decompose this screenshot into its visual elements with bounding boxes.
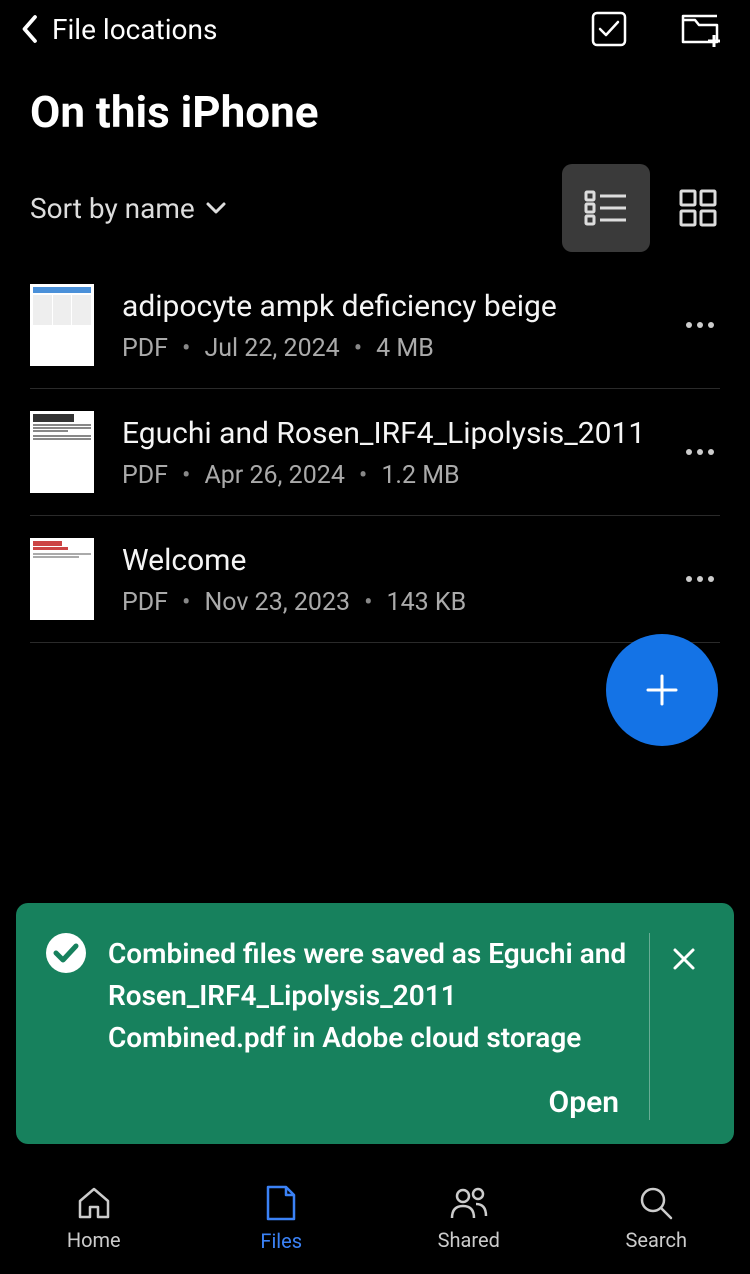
toast-open-button[interactable]: Open	[108, 1085, 633, 1120]
chevron-left-icon	[20, 14, 38, 44]
bottom-nav: Home Files Shared Search	[0, 1162, 750, 1274]
nav-label: Home	[67, 1228, 121, 1252]
search-icon	[637, 1184, 675, 1222]
file-row[interactable]: adipocyte ampk deficiency beige PDF • Ju…	[30, 270, 720, 389]
close-icon	[672, 947, 696, 971]
toast-content: Combined files were saved as Eguchi and …	[46, 933, 633, 1120]
people-icon	[448, 1184, 490, 1222]
toast-close-button[interactable]	[656, 933, 712, 1120]
add-fab[interactable]	[606, 634, 718, 746]
file-info: Welcome PDF • Nov 23, 2023 • 143 KB	[122, 541, 652, 617]
nav-shared[interactable]: Shared	[375, 1162, 563, 1274]
file-thumbnail	[30, 538, 94, 620]
nav-search[interactable]: Search	[563, 1162, 750, 1274]
sort-label: Sort by name	[30, 192, 195, 225]
file-name: Welcome	[122, 541, 652, 582]
home-icon	[75, 1184, 113, 1222]
folder-plus-icon	[680, 11, 720, 47]
view-toggle-group	[562, 164, 720, 252]
nav-files[interactable]: Files	[188, 1162, 376, 1274]
header-back-label: File locations	[52, 13, 217, 46]
nav-label: Search	[626, 1228, 687, 1252]
file-name: Eguchi and Rosen_IRF4_Lipolysis_2011	[122, 414, 652, 455]
grid-view-button[interactable]	[676, 186, 720, 230]
file-info: Eguchi and Rosen_IRF4_Lipolysis_2011 PDF…	[122, 414, 652, 490]
list-view-button[interactable]	[562, 164, 650, 252]
file-info: adipocyte ampk deficiency beige PDF • Ju…	[122, 287, 652, 363]
file-row[interactable]: Eguchi and Rosen_IRF4_Lipolysis_2011 PDF…	[30, 389, 720, 516]
success-icon	[46, 933, 86, 1120]
file-meta: PDF • Nov 23, 2023 • 143 KB	[122, 588, 652, 617]
file-row[interactable]: Welcome PDF • Nov 23, 2023 • 143 KB	[30, 516, 720, 643]
file-more-button[interactable]	[680, 321, 720, 329]
file-icon	[264, 1183, 298, 1223]
nav-label: Files	[260, 1229, 302, 1253]
chevron-down-icon	[205, 201, 227, 215]
file-name: adipocyte ampk deficiency beige	[122, 287, 652, 328]
more-horizontal-icon	[685, 321, 715, 329]
file-list: adipocyte ampk deficiency beige PDF • Ju…	[0, 270, 750, 643]
sort-button[interactable]: Sort by name	[30, 192, 227, 225]
file-thumbnail	[30, 284, 94, 366]
plus-icon	[644, 672, 680, 708]
toast-message: Combined files were saved as Eguchi and …	[108, 933, 633, 1059]
header-bar: File locations	[0, 0, 750, 58]
toast-notification: Combined files were saved as Eguchi and …	[16, 903, 734, 1144]
header-actions	[590, 10, 720, 48]
back-button[interactable]: File locations	[20, 13, 217, 46]
more-horizontal-icon	[685, 448, 715, 456]
file-more-button[interactable]	[680, 575, 720, 583]
toast-divider	[649, 933, 650, 1120]
list-view-icon	[584, 188, 628, 228]
select-mode-button[interactable]	[590, 10, 628, 48]
checkbox-icon	[590, 10, 628, 48]
file-thumbnail	[30, 411, 94, 493]
new-folder-button[interactable]	[680, 11, 720, 47]
nav-label: Shared	[438, 1228, 500, 1252]
controls-row: Sort by name	[0, 164, 750, 270]
nav-home[interactable]: Home	[0, 1162, 188, 1274]
more-horizontal-icon	[685, 575, 715, 583]
file-more-button[interactable]	[680, 448, 720, 456]
grid-view-icon	[678, 188, 718, 228]
file-meta: PDF • Jul 22, 2024 • 4 MB	[122, 334, 652, 363]
page-title: On this iPhone	[0, 58, 750, 164]
file-meta: PDF • Apr 26, 2024 • 1.2 MB	[122, 461, 652, 490]
